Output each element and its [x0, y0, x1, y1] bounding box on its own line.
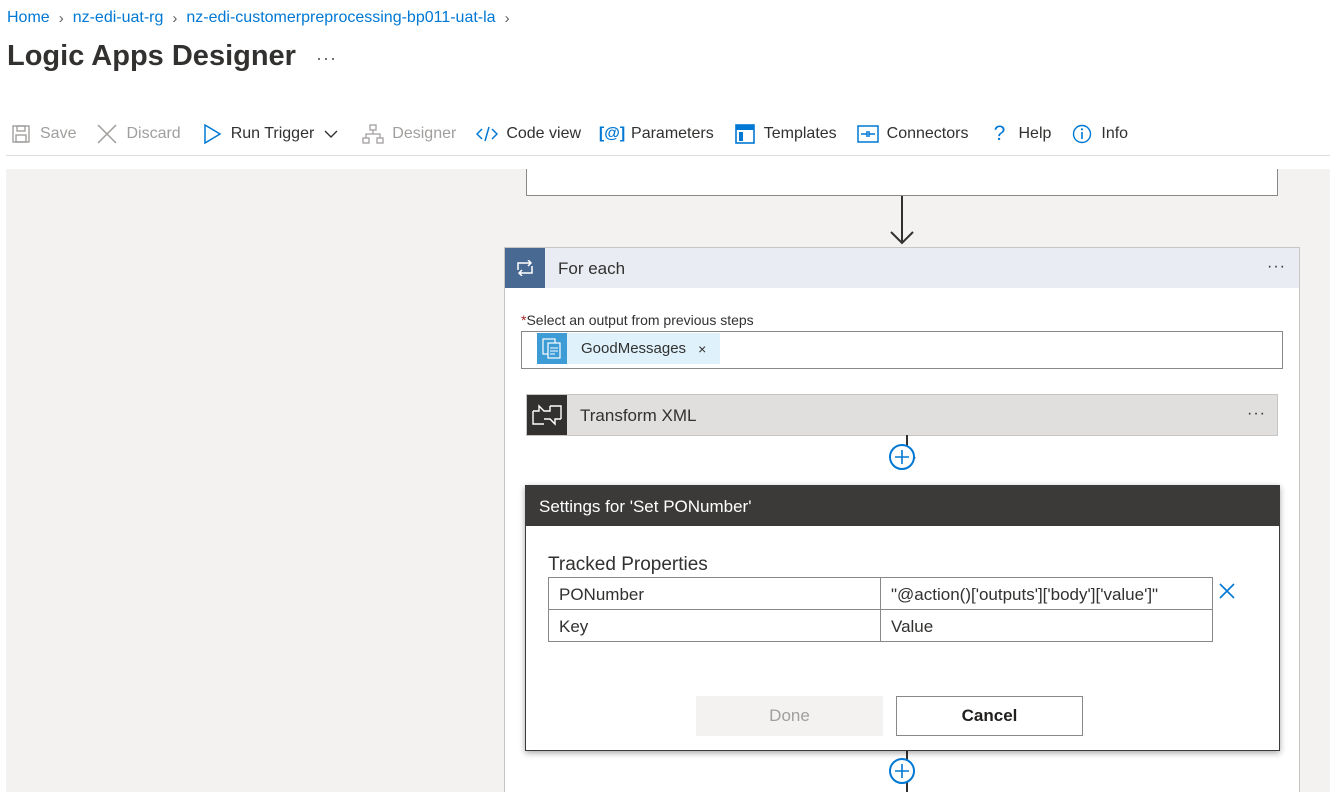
page-more-button[interactable]: ··· [316, 48, 337, 69]
arrow-down-icon [890, 196, 914, 245]
transform-xml-card[interactable]: Transform XML ··· [526, 394, 1278, 436]
cancel-button[interactable]: Cancel [896, 696, 1083, 736]
help-icon: ? [993, 122, 1006, 145]
help-button[interactable]: ? Help [988, 122, 1052, 145]
designer-icon [362, 123, 384, 145]
settings-dialog-title: Settings for 'Set PONumber' [539, 497, 752, 516]
parameters-icon: [@] [598, 125, 626, 142]
insert-step-button[interactable] [889, 758, 915, 784]
select-output-input[interactable]: GoodMessages × [521, 331, 1283, 369]
select-output-label: *Select an output from previous steps [521, 312, 754, 328]
designer-canvas[interactable]: For each ··· *Select an output from prev… [6, 169, 1330, 792]
templates-button[interactable]: Templates [734, 123, 837, 145]
message-icon [537, 333, 567, 364]
token-remove-button[interactable]: × [698, 341, 706, 357]
discard-icon [96, 123, 118, 145]
transform-icon [527, 395, 567, 435]
insert-step-button[interactable] [889, 444, 915, 470]
remove-property-button[interactable] [1216, 580, 1238, 602]
plus-icon [895, 764, 909, 778]
discard-label: Discard [126, 125, 181, 142]
breadcrumb-logic-app[interactable]: nz-edi-customerpreprocessing-bp011-uat-l… [186, 9, 495, 27]
parameters-button[interactable]: [@] Parameters [598, 123, 714, 145]
breadcrumb: Home › nz-edi-uat-rg › nz-edi-customerpr… [7, 8, 519, 28]
token-label: GoodMessages [581, 340, 687, 357]
code-icon [476, 123, 499, 145]
transform-xml-title: Transform XML [580, 406, 697, 425]
previous-action-card[interactable] [526, 169, 1278, 196]
chevron-right-icon: › [58, 9, 64, 27]
foreach-header[interactable]: For each ··· [505, 248, 1299, 288]
run-trigger-label: Run Trigger [230, 125, 315, 142]
play-icon [201, 123, 223, 145]
save-label: Save [40, 125, 77, 142]
info-icon [1071, 123, 1093, 145]
designer-button[interactable]: Designer [362, 123, 456, 145]
templates-label: Templates [763, 125, 837, 142]
designer-toolbar: Save Discard Run Trigger Designer Code v… [10, 118, 1148, 150]
run-trigger-button[interactable]: Run Trigger [201, 123, 343, 145]
page-title: Logic Apps Designer [7, 40, 296, 72]
parameters-label: Parameters [631, 125, 714, 142]
templates-icon [734, 123, 756, 145]
plus-icon [895, 450, 909, 464]
goodmessages-token[interactable]: GoodMessages × [537, 333, 721, 364]
chevron-down-icon[interactable] [320, 123, 342, 145]
new-value-input[interactable]: Value [880, 609, 1213, 642]
code-view-label: Code view [506, 125, 582, 142]
breadcrumb-resource-group[interactable]: nz-edi-uat-rg [73, 9, 164, 27]
transform-more-button[interactable]: ··· [1247, 405, 1266, 423]
settings-dialog-header: Settings for 'Set PONumber' [526, 486, 1279, 526]
tracked-properties-label: Tracked Properties [548, 554, 708, 575]
save-icon [10, 123, 32, 145]
tracked-value-input[interactable]: "@action()['outputs']['body']['value']" [880, 577, 1213, 610]
close-icon [1219, 583, 1235, 599]
breadcrumb-home[interactable]: Home [7, 9, 50, 27]
foreach-title: For each [558, 259, 626, 278]
chevron-right-icon: › [172, 9, 178, 27]
designer-label: Designer [392, 125, 457, 142]
tracked-key-input[interactable]: PONumber [548, 577, 881, 610]
select-output-text: Select an output from previous steps [526, 312, 754, 328]
foreach-more-button[interactable]: ··· [1267, 258, 1286, 276]
chevron-right-icon: › [504, 9, 510, 27]
loop-icon [505, 248, 545, 288]
info-button[interactable]: Info [1071, 123, 1128, 145]
toolbar-divider [6, 155, 1330, 156]
code-view-button[interactable]: Code view [476, 123, 581, 145]
save-button[interactable]: Save [10, 123, 76, 145]
new-key-input[interactable]: Key [548, 609, 881, 642]
settings-dialog: Settings for 'Set PONumber' Tracked Prop… [525, 485, 1280, 751]
discard-button[interactable]: Discard [96, 123, 181, 145]
info-label: Info [1101, 125, 1129, 142]
connectors-icon [856, 123, 879, 145]
help-label: Help [1018, 125, 1052, 142]
connectors-label: Connectors [886, 125, 969, 142]
done-button[interactable]: Done [696, 696, 883, 736]
connectors-button[interactable]: Connectors [856, 123, 969, 145]
